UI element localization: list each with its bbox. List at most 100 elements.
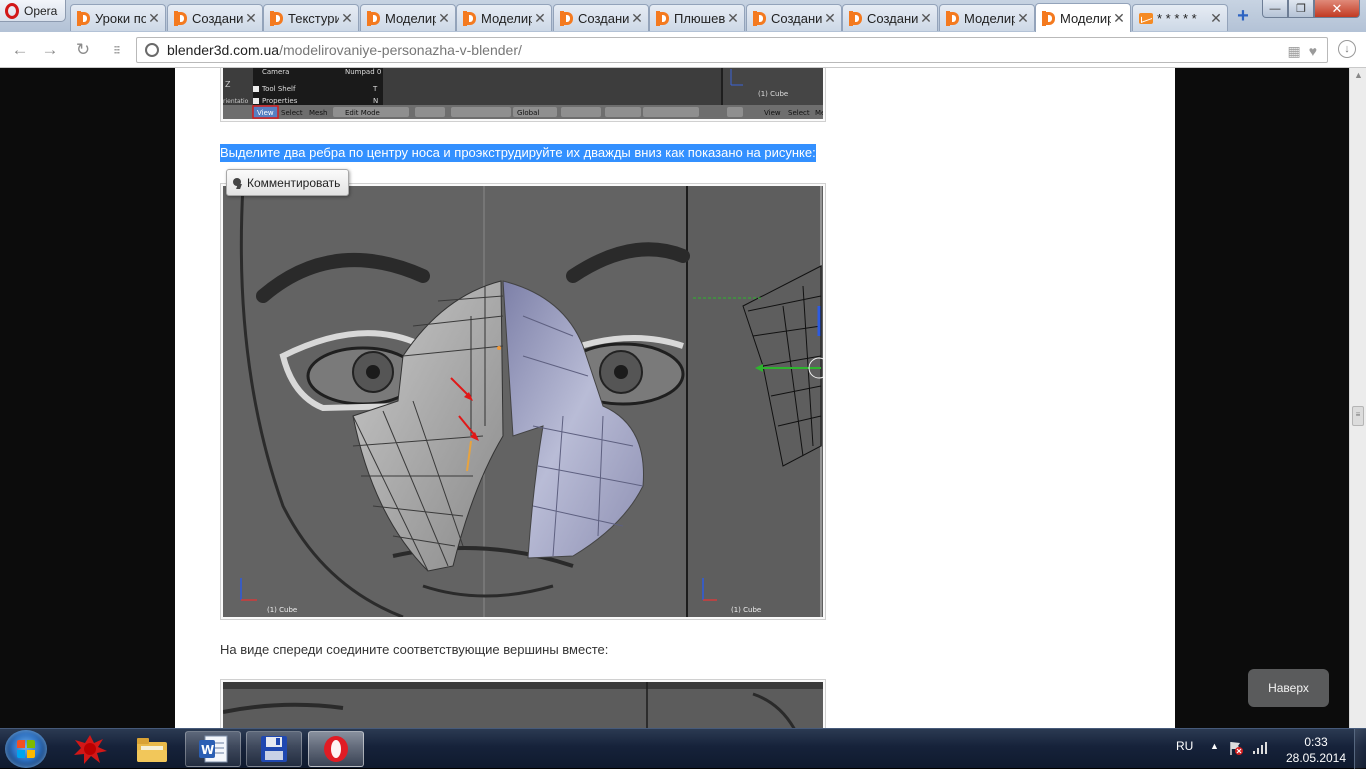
forward-button[interactable]: →: [40, 40, 60, 60]
start-button[interactable]: [5, 730, 47, 768]
scroll-up-arrow-icon[interactable]: ▲: [1354, 70, 1363, 80]
tab-close-icon[interactable]: ✕: [436, 10, 452, 27]
menu-item-properties: Properties: [262, 97, 298, 105]
new-tab-button[interactable]: +: [1232, 6, 1254, 27]
file-explorer-icon[interactable]: [124, 731, 180, 767]
tab-close-icon[interactable]: ✕: [339, 10, 355, 27]
header-view-menu: View: [257, 109, 274, 117]
menu-item-tool-shelf: Tool Shelf: [261, 85, 296, 93]
tab-label: Уроки по: [95, 10, 146, 26]
address-bar[interactable]: blender3d.com.ua /modelirovaniye-persona…: [136, 37, 1328, 63]
opera-menu-button[interactable]: Opera: [0, 0, 66, 22]
tab-close-icon[interactable]: ✕: [1111, 10, 1127, 27]
selected-paragraph: Выделите два ребра по центру носа и проэ…: [220, 144, 816, 162]
tab-label: Создание: [192, 10, 243, 26]
orientation-label: rientatio: [223, 98, 249, 105]
window-minimize-button[interactable]: —: [1262, 0, 1288, 18]
speed-dial-button[interactable]: ⁝⁝⁝: [106, 40, 126, 60]
network-signal-icon[interactable]: [1252, 740, 1268, 756]
action-center-flag-icon[interactable]: [1228, 740, 1244, 756]
axis-z-label: Z: [225, 80, 231, 89]
right-header-view-menu: View: [764, 109, 781, 117]
tab-close-icon[interactable]: ✕: [532, 10, 548, 27]
site-info-icon[interactable]: [145, 43, 159, 57]
reload-button[interactable]: ↻: [73, 40, 93, 60]
comment-tooltip-button[interactable]: Комментировать: [226, 169, 350, 196]
navigation-bar: ← → ↻ ⁝⁝⁝ blender3d.com.ua /modelirovani…: [0, 32, 1366, 68]
right-view-object-label-2: (1) Cube: [731, 606, 761, 614]
tab[interactable]: Создание✕: [553, 4, 649, 31]
back-button[interactable]: ←: [10, 40, 30, 60]
menu-shortcut-tool-shelf: T: [372, 85, 378, 93]
tab-close-icon[interactable]: ✕: [725, 10, 741, 27]
tab[interactable]: Моделир ✕: [456, 4, 552, 31]
tab-label: * * * * *: [1157, 10, 1197, 26]
tab-label: Моделир: [385, 10, 436, 26]
tab-label: Создание: [867, 10, 918, 26]
tab[interactable]: Уроки по ✕: [70, 4, 166, 31]
tab-label: Текстури: [288, 10, 339, 26]
red-splat-app-icon[interactable]: [62, 731, 118, 767]
mail-favicon-icon: [1139, 13, 1153, 24]
tab[interactable]: Моделир ✕: [939, 4, 1035, 31]
tab[interactable]: Текстури ✕: [263, 4, 359, 31]
clock-time: 0:33: [1304, 735, 1328, 749]
tab-label: Моделир: [1060, 10, 1111, 26]
blender3d-favicon-icon: [753, 10, 767, 26]
blender-front-view-illustration: [223, 682, 823, 728]
tab-close-icon[interactable]: ✕: [629, 10, 645, 27]
window-maximize-button[interactable]: ❐: [1288, 0, 1314, 18]
windows-taskbar: W RU ▲ 0:33 28.05.2014: [0, 728, 1366, 769]
tab-close-icon[interactable]: ✕: [1208, 10, 1224, 27]
show-hidden-icons-icon[interactable]: ▲: [1210, 741, 1219, 751]
blender3d-favicon-icon: [270, 10, 284, 26]
vertex-merge-screenshot: [220, 679, 826, 728]
windows-logo-icon: [17, 740, 35, 758]
blender3d-favicon-icon: [367, 10, 381, 26]
blender3d-favicon-icon: [946, 10, 960, 26]
tab-active[interactable]: Моделир ✕: [1035, 3, 1131, 32]
opera-icon[interactable]: [308, 731, 364, 767]
tab[interactable]: Создание✕: [167, 4, 263, 31]
floppy-save-icon[interactable]: [246, 731, 302, 767]
system-clock[interactable]: 0:33 28.05.2014: [1284, 734, 1348, 766]
blender3d-favicon-icon: [77, 10, 91, 26]
tab-label: Создание: [771, 10, 822, 26]
show-desktop-button[interactable]: [1354, 729, 1366, 769]
tab[interactable]: Создание✕: [842, 4, 938, 31]
right-header-select-menu: Select: [788, 109, 810, 117]
downloads-icon[interactable]: ↓: [1338, 40, 1356, 58]
language-indicator[interactable]: RU: [1176, 739, 1193, 753]
tab-close-icon[interactable]: ✕: [146, 10, 162, 27]
menu-shortcut-camera: Numpad 0: [345, 68, 381, 76]
opera-menu-label: Opera: [24, 3, 58, 18]
page-scrollbar[interactable]: ▲ ≡: [1349, 68, 1366, 728]
url-path: /modelirovaniye-personazha-v-blender/: [279, 42, 522, 58]
blender3d-favicon-icon: [560, 10, 574, 26]
tab[interactable]: * * * * * ✕: [1132, 4, 1228, 31]
tab-label: Моделир: [964, 10, 1015, 26]
tab[interactable]: Моделир ✕: [360, 4, 456, 31]
tab-close-icon[interactable]: ✕: [243, 10, 259, 27]
window-close-button[interactable]: ✕: [1314, 0, 1360, 18]
tab[interactable]: Плюшев ✕: [649, 4, 745, 31]
blender-view-menu-screenshot: Camera Numpad 0 Tool Shelf T Properties …: [220, 68, 826, 122]
blender3d-favicon-icon: [174, 10, 188, 26]
address-bar-actions: ▦ ♥: [1287, 43, 1317, 60]
svg-text:W: W: [201, 743, 214, 757]
blender-nose-viewport-illustration: (1) Cube (1) Cube: [223, 186, 823, 617]
tab-close-icon[interactable]: ✕: [1015, 10, 1031, 27]
url-host: blender3d.com.ua: [167, 42, 280, 58]
tab[interactable]: Создание✕: [746, 4, 842, 31]
word-icon[interactable]: W: [185, 731, 241, 767]
menu-shortcut-properties: N: [373, 97, 378, 105]
scroll-to-top-button[interactable]: Наверх: [1248, 669, 1329, 707]
tab-close-icon[interactable]: ✕: [822, 10, 838, 27]
tab-close-icon[interactable]: ✕: [918, 10, 934, 27]
scrollbar-thumb[interactable]: ≡: [1352, 406, 1364, 426]
tab-label: Создание: [578, 10, 629, 26]
menu-item-camera: Camera: [262, 68, 289, 76]
bookmark-heart-icon[interactable]: ♥: [1309, 43, 1317, 60]
stash-grid-icon[interactable]: ▦: [1287, 43, 1300, 60]
blender3d-favicon-icon: [1042, 10, 1056, 26]
